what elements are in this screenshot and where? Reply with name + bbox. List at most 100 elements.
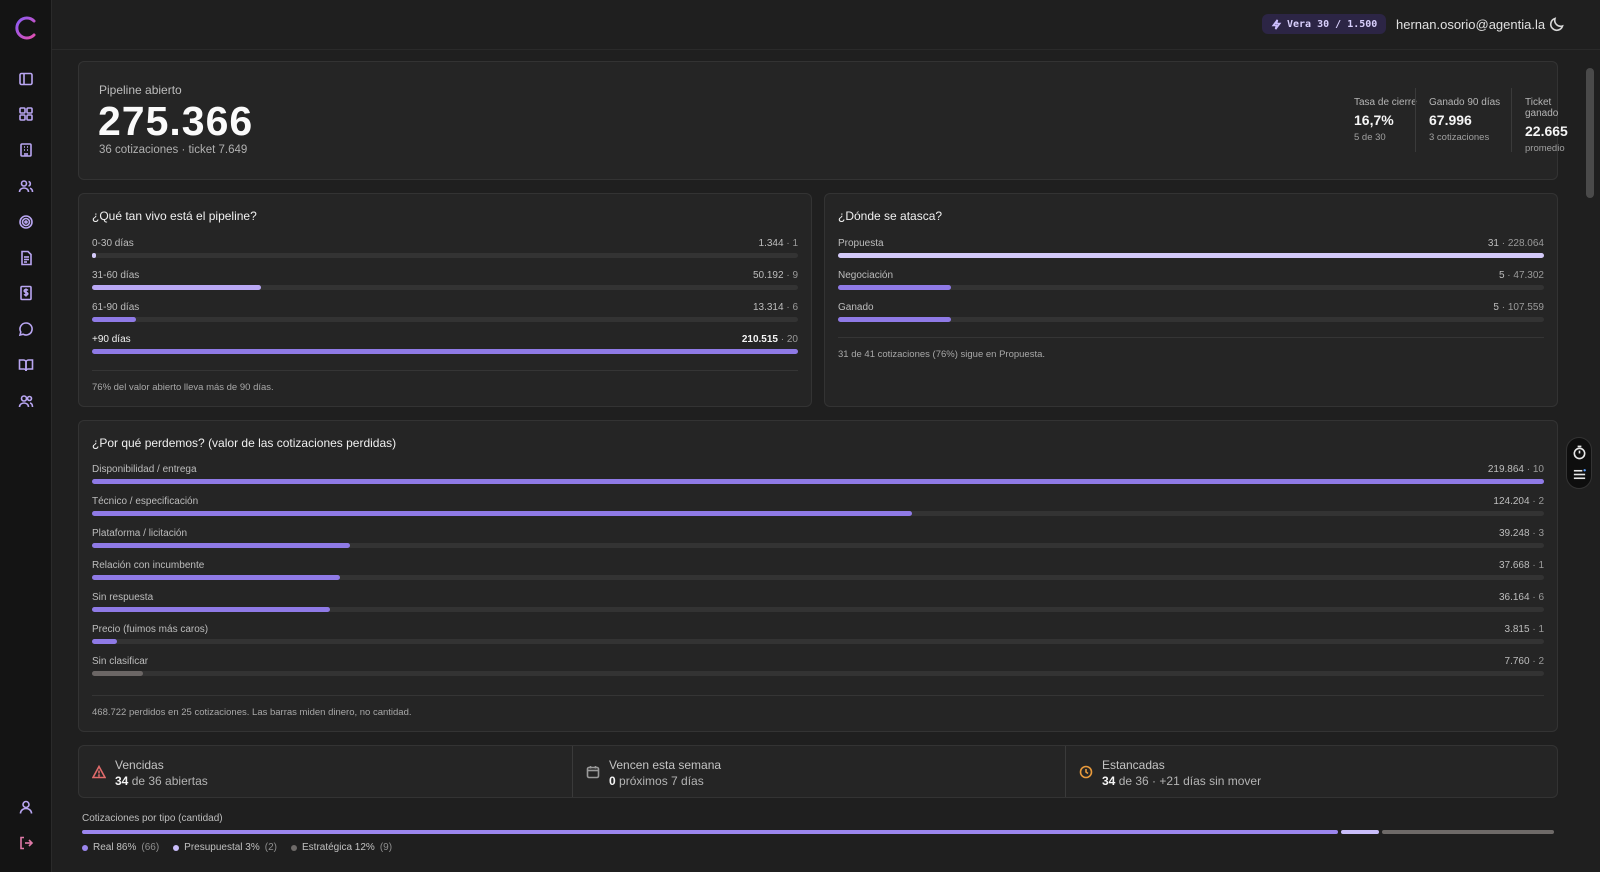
stages-footnote: 31 de 41 cotizaciones (76%) sigue en Pro…: [838, 349, 1046, 360]
types-segment: [1341, 830, 1380, 834]
status-body: 34 de 36 abiertas: [115, 774, 208, 788]
loss-row: Sin respuesta 36.164 · 6: [92, 592, 1544, 614]
credit-badge[interactable]: Vera 30 / 1.500: [1262, 14, 1387, 34]
aging-row: +90 días 210.515 · 20: [92, 334, 798, 356]
kpi-value: 22.665: [1525, 123, 1568, 139]
kpi-label: Tasa de cierre: [1354, 97, 1417, 108]
status-body: 0 próximos 7 días: [609, 774, 704, 788]
dashboard-icon[interactable]: [16, 104, 36, 124]
stage-row: Ganado 5 · 107.559: [838, 302, 1544, 324]
panel-icon[interactable]: [16, 69, 36, 89]
timer-icon[interactable]: [1572, 445, 1587, 460]
kpi-ticket-won: Ticket ganado 22.665 promedio: [1511, 88, 1568, 154]
legend-item: Real 86% (66): [82, 842, 159, 853]
bar-label: +90 días: [92, 334, 131, 345]
kpi-sub: promedio: [1525, 143, 1565, 154]
building-icon[interactable]: [16, 140, 36, 160]
legend-label: Real 86%: [93, 842, 137, 853]
stages-title: ¿Dónde se atasca?: [838, 209, 943, 223]
legend-item: Estratégica 12% (9): [291, 842, 392, 853]
bar-track: [92, 607, 1544, 612]
moon-icon[interactable]: [1549, 16, 1565, 32]
kpi-value: 67.996: [1429, 112, 1472, 128]
bar-label: Negociación: [838, 270, 894, 281]
bar-value: 13.314 · 6: [752, 302, 798, 313]
user-email[interactable]: hernan.osorio@agentia.la: [1396, 17, 1545, 32]
book-icon[interactable]: [16, 355, 36, 375]
legend-count: (2): [264, 842, 277, 853]
stage-row: Propuesta 31 · 228.064: [838, 238, 1544, 260]
bar-fill: [838, 285, 951, 290]
bar-label: Precio (fuimos más caros): [92, 624, 209, 635]
bar-label: Plataforma / licitación: [92, 528, 188, 539]
bar-value: 5 · 107.559: [1493, 302, 1544, 313]
bar-label: Sin respuesta: [92, 592, 154, 603]
chat-icon[interactable]: [16, 319, 36, 339]
kpi-sub: 5 de 30: [1354, 132, 1386, 143]
bar-value: 37.668 · 1: [1498, 560, 1544, 571]
bar-track: [92, 285, 798, 290]
legend-count: (9): [379, 842, 393, 853]
user-icon[interactable]: [16, 797, 36, 817]
aging-title: ¿Qué tan vivo está el pipeline?: [92, 209, 257, 223]
status-stalled[interactable]: Estancadas 34 de 36 · +21 días sin mover: [1065, 746, 1557, 797]
warning-icon: [91, 764, 107, 779]
pipeline-value: 275.366: [98, 98, 254, 144]
kpi-value: 16,7%: [1354, 112, 1394, 128]
bar-fill: [92, 511, 913, 516]
status-title: Vencen esta semana: [609, 758, 722, 772]
kpi-sub: 3 cotizaciones: [1429, 132, 1490, 143]
bar-fill: [92, 671, 143, 676]
kpi-label: Ganado 90 días: [1429, 97, 1501, 108]
losses-footnote: 468.722 perdidos en 25 cotizaciones. Las…: [92, 707, 412, 718]
bar-label: Propuesta: [838, 238, 884, 249]
types-legend: Real 86% (66) Presupuestal 3% (2) Estratégic…: [82, 842, 392, 853]
users-icon[interactable]: [16, 176, 36, 196]
types-title: Cotizaciones por tipo (cantidad): [82, 813, 223, 824]
team-icon[interactable]: [16, 391, 36, 411]
bar-value: 39.248 · 3: [1498, 528, 1544, 539]
bar-label: 61-90 días: [92, 302, 140, 313]
target-icon[interactable]: [16, 212, 36, 232]
list-icon[interactable]: [1572, 467, 1587, 482]
aging-card: ¿Qué tan vivo está el pipeline? 0-30 día…: [78, 193, 812, 407]
bar-fill: [92, 317, 137, 322]
bar-fill: [92, 349, 798, 354]
bar-track: [92, 543, 1544, 548]
bar-track: [92, 575, 1544, 580]
aging-row: 0-30 días 1.344 · 1: [92, 238, 798, 260]
bar-track: [92, 671, 1544, 676]
bar-label: 31-60 días: [92, 270, 140, 281]
loss-row: Disponibilidad / entrega 219.864 · 10: [92, 464, 1544, 486]
scrollbar-thumb[interactable]: [1586, 68, 1594, 198]
legend-count: (66): [141, 842, 160, 853]
kpi-close-rate: Tasa de cierre 16,7% 5 de 30: [1341, 88, 1417, 152]
logout-icon[interactable]: [16, 833, 36, 853]
clock-icon: [1079, 765, 1093, 779]
status-body: 34 de 36 · +21 días sin mover: [1102, 774, 1262, 788]
status-overdue[interactable]: Vencidas 34 de 36 abiertas: [79, 746, 572, 797]
bar-value: 210.515 · 20: [741, 334, 798, 345]
bar-fill: [92, 479, 1544, 484]
pipeline-sub: 36 cotizaciones · ticket 7.649: [99, 144, 248, 156]
calendar-icon: [586, 765, 600, 779]
document-icon[interactable]: [16, 248, 36, 268]
bar-value: 1.344 · 1: [758, 238, 798, 249]
divider: [92, 370, 798, 371]
dollar-icon[interactable]: [16, 283, 36, 303]
bar-fill: [92, 607, 331, 612]
bar-label: Relación con incumbente: [92, 560, 205, 571]
floating-widget: [1566, 437, 1592, 489]
bar-value: 36.164 · 6: [1498, 592, 1544, 603]
stage-row: Negociación 5 · 47.302: [838, 270, 1544, 292]
lightning-icon: [1271, 18, 1282, 30]
bar-value: 3.815 · 1: [1504, 624, 1544, 635]
status-due-week[interactable]: Vencen esta semana 0 próximos 7 días: [572, 746, 1065, 797]
loss-row: Técnico / especificación 124.204 · 2: [92, 496, 1544, 518]
loss-row: Sin clasificar 7.760 · 2: [92, 656, 1544, 678]
bar-track: [92, 511, 1544, 516]
bar-fill: [92, 639, 117, 644]
bar-fill: [92, 253, 96, 258]
bar-track: [92, 479, 1544, 484]
app-logo[interactable]: [12, 14, 40, 42]
